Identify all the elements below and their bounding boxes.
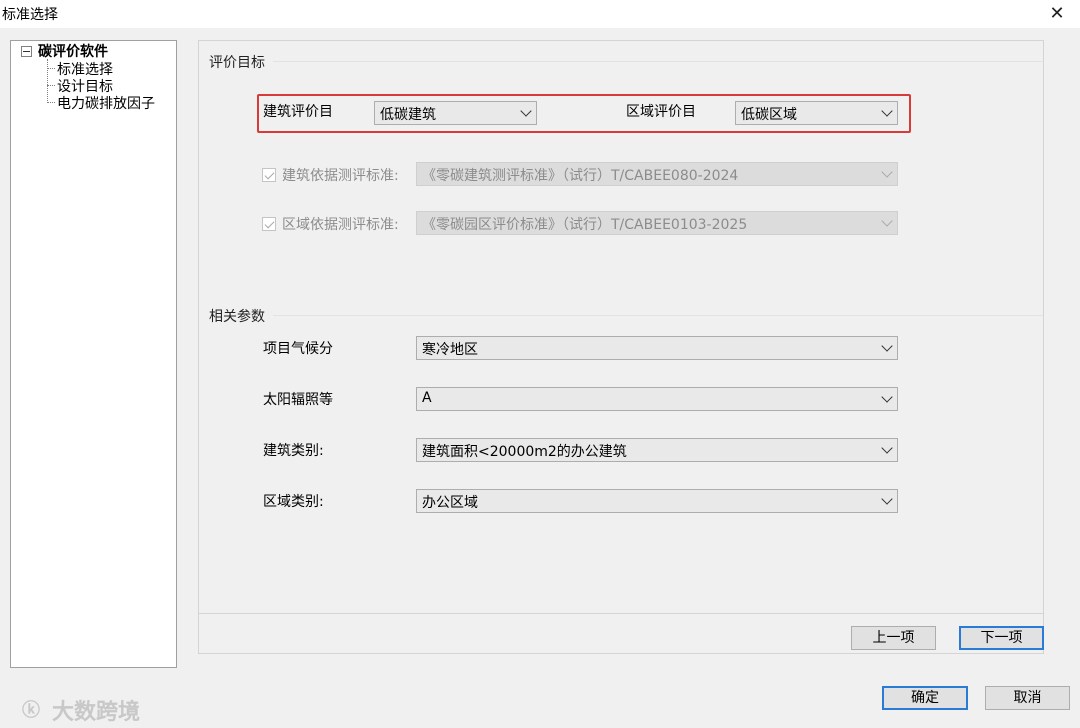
region-type-value: 办公区域: [422, 495, 478, 511]
building-type-label: 建筑类别:: [263, 443, 324, 459]
climate-value: 寒冷地区: [422, 342, 478, 358]
building-standard-value: 《零碳建筑测评标准》（试行）T/CABEE080-2024: [422, 168, 739, 184]
watermark: ⓚ 大数跨境: [22, 694, 140, 726]
building-standard-select[interactable]: 《零碳建筑测评标准》（试行）T/CABEE080-2024: [416, 162, 898, 186]
region-type-label: 区域类别:: [263, 494, 324, 510]
chevron-down-icon: [881, 105, 893, 117]
building-standard-checkbox[interactable]: [262, 168, 276, 182]
chevron-down-icon: [881, 493, 893, 505]
tree-connector: [47, 102, 55, 103]
next-button[interactable]: 下一项: [959, 626, 1044, 650]
climate-label: 项目气候分: [263, 341, 333, 357]
region-standard-label: 区域依据测评标准:: [282, 217, 399, 233]
building-eval-select[interactable]: 低碳建筑: [374, 101, 537, 125]
watermark-logo-icon: ⓚ: [22, 700, 40, 721]
solar-select[interactable]: A: [416, 387, 898, 411]
chevron-down-icon: [881, 442, 893, 454]
region-eval-label: 区域评价目: [626, 104, 696, 120]
section-title-params: 相关参数: [209, 309, 265, 325]
cancel-button[interactable]: 取消: [985, 686, 1070, 710]
tree-connector: [47, 59, 48, 103]
chevron-down-icon: [881, 391, 893, 403]
climate-select[interactable]: 寒冷地区: [416, 336, 898, 360]
chevron-down-icon: [881, 340, 893, 352]
nav-tree: 碳评价软件 标准选择 设计目标 电力碳排放因子: [10, 40, 177, 668]
window-title: 标准选择: [2, 7, 58, 23]
region-eval-select[interactable]: 低碳区域: [735, 101, 898, 125]
region-eval-value: 低碳区域: [741, 107, 797, 123]
tree-connector: [47, 68, 55, 69]
tree-item-power-emission-factor[interactable]: 电力碳排放因子: [57, 93, 155, 113]
chevron-down-icon: [881, 215, 893, 227]
panel-separator: [199, 613, 1043, 614]
section-title-eval-target: 评价目标: [209, 55, 265, 71]
title-bar: 标准选择 ✕: [0, 0, 1080, 28]
region-type-select[interactable]: 办公区域: [416, 489, 898, 513]
tree-root[interactable]: 碳评价软件: [38, 41, 108, 61]
section-divider: [273, 61, 1043, 62]
region-standard-checkbox[interactable]: [262, 217, 276, 231]
building-type-select[interactable]: 建筑面积<20000m2的办公建筑: [416, 438, 898, 462]
chevron-down-icon: [881, 166, 893, 178]
building-standard-label: 建筑依据测评标准:: [282, 168, 399, 184]
collapse-icon[interactable]: [21, 46, 32, 57]
ok-button[interactable]: 确定: [882, 686, 968, 710]
chevron-down-icon: [520, 105, 532, 117]
tree-connector: [47, 85, 55, 86]
section-divider: [273, 315, 1043, 316]
region-standard-value: 《零碳园区评价标准》（试行）T/CABEE0103-2025: [422, 217, 748, 233]
building-eval-label: 建筑评价目: [263, 104, 333, 120]
watermark-text: 大数跨境: [52, 700, 141, 725]
solar-value: A: [422, 390, 432, 406]
prev-button[interactable]: 上一项: [851, 626, 936, 650]
close-icon[interactable]: ✕: [1046, 3, 1068, 25]
building-eval-value: 低碳建筑: [380, 107, 436, 123]
solar-label: 太阳辐照等: [263, 392, 333, 408]
region-standard-select[interactable]: 《零碳园区评价标准》（试行）T/CABEE0103-2025: [416, 211, 898, 235]
building-type-value: 建筑面积<20000m2的办公建筑: [422, 444, 627, 460]
